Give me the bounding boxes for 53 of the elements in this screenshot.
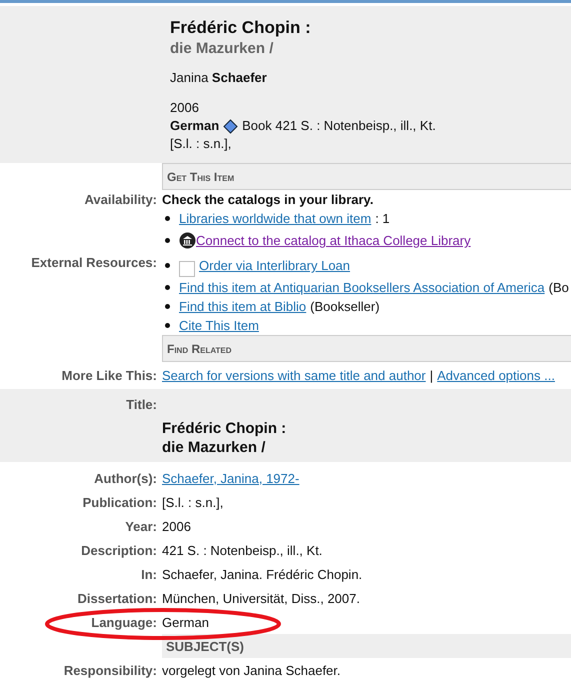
record-publication: [S.l. : s.n.], [170,135,232,153]
record-language: German [170,117,220,135]
field-label: Language: [90,614,157,632]
field-label: Dissertation: [76,590,157,608]
field-label: In: [140,566,157,584]
field-label: Publication: [82,494,157,512]
bullet [165,285,170,290]
field-label: External Resources: [30,254,157,272]
link-note: : 1 [375,210,390,228]
field-value: German [162,614,210,630]
bullet [165,304,170,309]
subtitle-value: die Mazurken / [162,439,266,456]
library-building-icon [179,232,196,249]
record-format: Book 421 S. : Notenbeisp., ill., Kt. [242,117,436,135]
search-link[interactable]: Advanced options ... [437,366,555,385]
link-note: (Bookseller) [310,298,380,316]
catalog-link[interactable]: Connect to the catalog at Ithaca College Library [196,231,471,250]
field-label: More Like This: [60,367,157,385]
field-label: Year: [124,518,157,536]
bullet [165,263,170,268]
field-label: Description: [80,542,157,560]
image-placeholder-icon [179,260,195,276]
field-label: Responsibility: [62,662,157,680]
availability-text: Check the catalogs in your library. [162,191,374,209]
field-value: Schaefer, Janina. Frédéric Chopin. [162,566,364,582]
bullet [165,216,170,221]
field-value: 2006 [162,518,192,534]
field-value: 421 S. : Notenbeisp., ill., Kt. [162,542,324,558]
search-link[interactable]: Search for versions with same title and author [162,366,426,385]
author-link[interactable]: Schaefer, Janina, 1972- [162,470,571,486]
loan-link[interactable]: Order via Interlibrary Loan [199,256,350,275]
resource-link[interactable]: Find this item at Biblio [179,297,306,316]
link-separator: | [430,367,434,385]
record-year: 2006 [170,99,199,117]
resource-link[interactable]: Libraries worldwide that own item [179,209,372,228]
field-value: vorgelegt von Janina Schaefer. [162,662,342,678]
section-heading: Find Related [162,335,571,362]
record-author: Janina Schaefer [170,69,267,87]
title-value: Frédéric Chopin : [162,420,288,437]
bullet [165,323,170,328]
field-label: Availability: [84,191,157,209]
resource-link[interactable]: Cite This Item [179,316,259,335]
field-label: Title: [125,396,157,414]
section-heading: Get This Item [162,163,571,190]
resource-link[interactable]: Find this item at Antiquarian Booksellers Association of America [179,278,545,297]
bullet [165,238,170,243]
field-value: München, Universität, Diss., 2007. [162,590,361,606]
record-subtitle: die Mazurken / [170,40,274,57]
link-note: (Bo [548,279,569,297]
field-value: [S.l. : s.n.], [162,494,224,510]
record-title: Frédéric Chopin : [170,18,312,38]
field-label: Author(s): [93,470,157,488]
section-heading: SUBJECT(S) [162,634,571,658]
